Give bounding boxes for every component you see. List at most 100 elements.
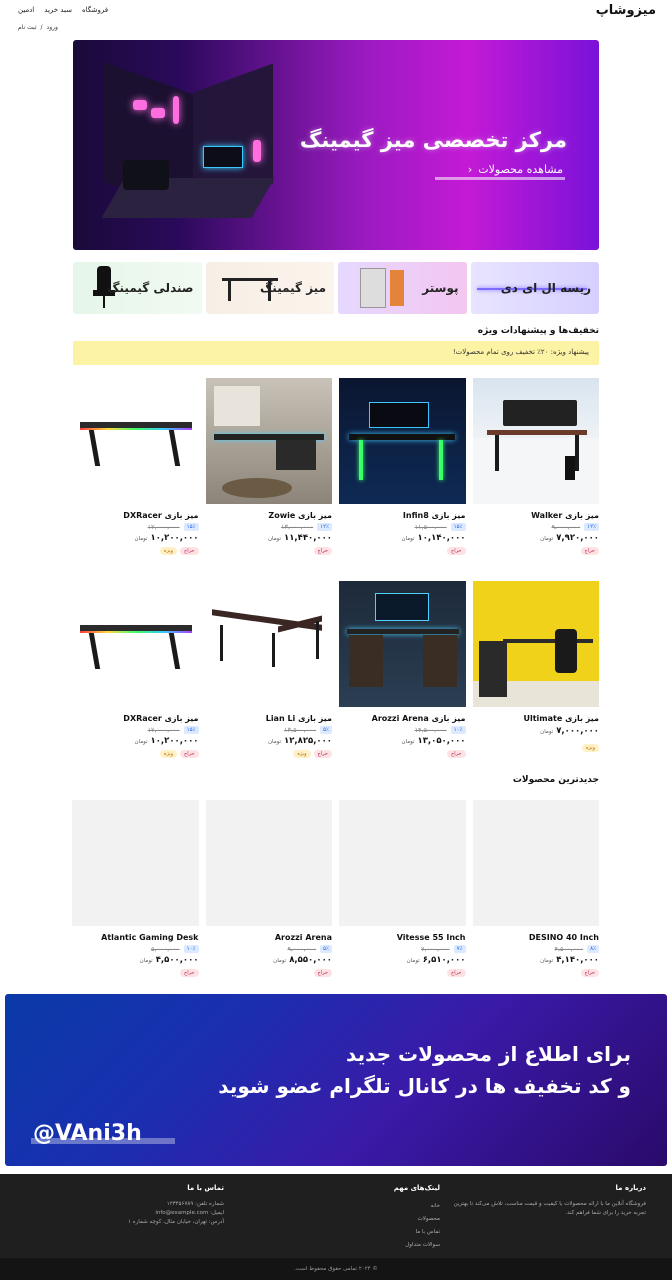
top-bar: میزوشاپ ادمین سبد خرید فروشگاه [0, 0, 672, 22]
badges: حراج [206, 969, 332, 977]
final-price: ۱۰,۱۴۰,۰۰۰ [417, 533, 466, 543]
deals-grid-row-1: میز بازی Walker ۹,۰۰۰,۰۰۰ ۱۲٪ تومان ۷,۹۲۰,… [72, 378, 599, 555]
price-block: ۴,۵۰۰,۰۰۰ ۸٪ تومان ۴,۱۴۰,۰۰۰ [473, 945, 599, 965]
footer-address: آدرس: تهران، خیابان مثال، کوچه شماره ۱ [128, 1219, 224, 1225]
category-led-strip[interactable]: ریسه ال ای دی [470, 262, 599, 314]
price-block: ۹,۰۰۰,۰۰۰ ۵٪ تومان ۸,۵۵۰,۰۰۰ [206, 945, 332, 965]
footer-link-products[interactable]: محصولات [320, 1213, 440, 1226]
footer-contact: تماس با ما شماره تلفن: ۱۲۳۴۵۶۷۸۹ ایمیل: … [24, 1184, 224, 1227]
telegram-banner[interactable]: برای اطلاع از محصولات جدید و کد تخفیف ها… [5, 994, 667, 1166]
login-link[interactable]: ورود [47, 24, 58, 31]
category-label: میز گیمینگ [260, 281, 326, 295]
old-price: ۱۴,۵۰۰,۰۰۰ [414, 726, 447, 734]
final-price: ۱۳,۰۵۰,۰۰۰ [417, 736, 466, 746]
hero-title: مرکز تخصصی میز گیمینگ [299, 128, 567, 152]
category-label: ریسه ال ای دی [500, 281, 591, 295]
product-image [205, 581, 332, 707]
product-image [339, 581, 466, 707]
nav-cart[interactable]: سبد خرید [44, 6, 72, 14]
price-block: ۱۳,۰۰۰,۰۰۰ ۱۲٪ تومان ۱۱,۴۴۰,۰۰۰ [206, 523, 332, 543]
footer-links: لینک‌های مهم خانه محصولات تماس با ما سوا… [320, 1184, 440, 1252]
product-card[interactable]: میز بازی Walker ۹,۰۰۰,۰۰۰ ۱۲٪ تومان ۷,۹۲۰,… [472, 378, 599, 555]
footer-link-contact[interactable]: تماس با ما [320, 1226, 440, 1239]
sale-badge: حراج [447, 969, 466, 977]
product-card[interactable]: DESINO 40 Inch ۴,۵۰۰,۰۰۰ ۸٪ تومان ۴,۱۴۰,۰۰… [472, 800, 599, 977]
nav-shop[interactable]: فروشگاه [82, 6, 108, 14]
gaming-room-illustration [93, 60, 283, 230]
price-block: ۱۴,۵۰۰,۰۰۰ ۱۰٪ تومان ۱۳,۰۵۰,۰۰۰ [339, 726, 466, 746]
discount-badge: ۵٪ [320, 945, 332, 953]
badges: حراج [473, 547, 599, 555]
product-name: میز بازی Infin8 [402, 511, 466, 520]
footer-about-title: درباره ما [615, 1184, 646, 1192]
deals-grid-row-2: میز بازی Ultimate تومان ۷,۰۰۰,۰۰۰ ویژه می… [72, 581, 599, 758]
footer-email: ایمیل: info@example.com [155, 1210, 224, 1216]
product-name: Atlantic Gaming Desk [101, 933, 199, 942]
product-card[interactable]: میز بازی Infin8 ۱۱,۵۰۰,۰۰۰ ۱۵٪ تومان ۱۰,۱۴… [339, 378, 466, 555]
currency-label: تومان [406, 958, 420, 964]
hero-banner[interactable]: مرکز تخصصی میز گیمینگ مشاهده محصولات ‹ [73, 40, 599, 250]
footer-link-faq[interactable]: سوالات متداول [320, 1239, 440, 1252]
final-price: ۱۰,۲۰۰,۰۰۰ [150, 533, 199, 543]
hero-cta-button[interactable]: مشاهده محصولات ‹ [468, 163, 563, 176]
special-badge: ویژه [581, 744, 599, 752]
product-card[interactable]: میز بازی DXRacer ۱۲,۰۰۰,۰۰۰ ۱۵٪ تومان ۱۰,۲… [72, 581, 199, 758]
product-name: میز بازی Zowie [268, 511, 332, 520]
footer-about-text: فروشگاه آنلاین ما با ارائه محصولات با کی… [453, 1201, 646, 1216]
category-gaming-chair[interactable]: صندلی گیمینگ [73, 262, 202, 314]
latest-grid: DESINO 40 Inch ۴,۵۰۰,۰۰۰ ۸٪ تومان ۴,۱۴۰,۰۰… [72, 800, 599, 977]
category-poster[interactable]: پوستر [338, 262, 467, 314]
footer-links-title: لینک‌های مهم [393, 1184, 440, 1192]
currency-label: تومان [139, 958, 153, 964]
product-card[interactable]: Atlantic Gaming Desk ۵,۰۰۰,۰۰۰ ۱۰٪ تومان ۴… [72, 800, 199, 977]
product-image [72, 581, 199, 707]
final-price: ۱۱,۴۴۰,۰۰۰ [284, 533, 332, 543]
currency-label: تومان [401, 536, 415, 542]
category-gaming-desk[interactable]: میز گیمینگ [205, 262, 334, 314]
category-row: ریسه ال ای دی پوستر میز گیمینگ صندلی گیم… [73, 262, 599, 314]
product-card[interactable]: میز بازی Lian Li ۱۳,۵۰۰,۰۰۰ ۵٪ تومان ۱۲,۸۲… [205, 581, 332, 758]
badges: حراج [339, 750, 466, 758]
sale-badge: حراج [580, 547, 599, 555]
auth-separator: / [40, 24, 43, 31]
brand-logo[interactable]: میزوشاپ [596, 3, 656, 18]
product-name: میز بازی Walker [531, 511, 599, 520]
currency-label: تومان [273, 958, 287, 964]
sale-badge: حراج [447, 547, 466, 555]
currency-label: تومان [134, 536, 148, 542]
sale-badge: حراج [313, 547, 332, 555]
product-card[interactable]: میز بازی Zowie ۱۳,۰۰۰,۰۰۰ ۱۲٪ تومان ۱۱,۴۴۰… [205, 378, 332, 555]
telegram-handle[interactable]: @VAni3h [33, 1121, 142, 1146]
discount-badge: ۱۵٪ [183, 726, 199, 734]
product-card[interactable]: میز بازی Arozzi Arena ۱۴,۵۰۰,۰۰۰ ۱۰٪ توما… [339, 581, 466, 758]
product-card[interactable]: Arozzi Arena ۹,۰۰۰,۰۰۰ ۵٪ تومان ۸,۵۵۰,۰۰۰ … [205, 800, 332, 977]
auth-links: ثبت نام / ورود [18, 24, 58, 31]
product-image [72, 378, 199, 504]
badges: ویژه حراج [206, 750, 332, 758]
product-name: میز بازی Lian Li [265, 714, 332, 723]
register-link[interactable]: ثبت نام [18, 24, 37, 31]
footer-link-home[interactable]: خانه [320, 1200, 440, 1213]
old-price: ۷,۰۰۰,۰۰۰ [421, 945, 450, 953]
old-price: ۵,۰۰۰,۰۰۰ [151, 945, 180, 953]
final-price: ۷,۰۰۰,۰۰۰ [556, 726, 599, 736]
product-image-placeholder [339, 800, 466, 926]
product-card[interactable]: میز بازی DXRacer ۱۲,۰۰۰,۰۰۰ ۱۵٪ تومان ۱۰,۲… [72, 378, 199, 555]
chevron-left-icon: ‹ [467, 163, 473, 176]
discount-badge: ۱۵٪ [450, 523, 466, 531]
sale-badge: حراج [180, 750, 199, 758]
product-card[interactable]: میز بازی Ultimate تومان ۷,۰۰۰,۰۰۰ ویژه [472, 581, 599, 758]
nav-admin[interactable]: ادمین [18, 6, 34, 14]
badges: حراج [339, 547, 466, 555]
old-price: ۱۳,۰۰۰,۰۰۰ [281, 523, 314, 531]
telegram-line-1: برای اطلاع از محصولات جدید [346, 1042, 631, 1066]
final-price: ۱۲,۸۲۵,۰۰۰ [284, 736, 332, 746]
discount-badge: ۸٪ [587, 945, 599, 953]
product-image-placeholder [72, 800, 199, 926]
price-block: ۱۲,۰۰۰,۰۰۰ ۱۵٪ تومان ۱۰,۲۰۰,۰۰۰ [72, 523, 199, 543]
badges: حراج [473, 969, 599, 977]
final-price: ۴,۵۰۰,۰۰۰ [155, 955, 199, 965]
product-name: Arozzi Arena [274, 933, 332, 942]
product-image-placeholder [205, 800, 332, 926]
product-card[interactable]: Vitesse 55 Inch ۷,۰۰۰,۰۰۰ ۷٪ تومان ۶,۵۱۰,۰… [339, 800, 466, 977]
